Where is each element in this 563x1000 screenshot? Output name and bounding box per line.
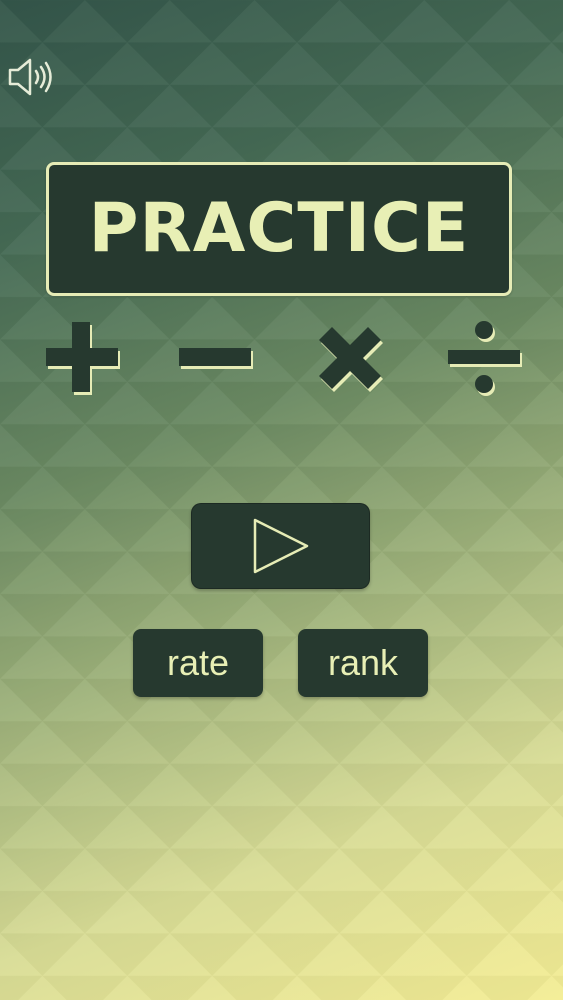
rate-button[interactable]: rate [133, 629, 263, 697]
sound-toggle-button[interactable] [6, 56, 56, 98]
play-triangle-icon [253, 518, 308, 574]
multiply-operation-button[interactable] [310, 318, 390, 398]
rank-button-label: rank [327, 642, 399, 683]
divide-icon [448, 321, 522, 396]
divide-operation-button[interactable] [444, 318, 524, 398]
minus-operation-button[interactable] [175, 318, 255, 398]
page-title: PRACTICE [88, 189, 470, 268]
background-pattern [0, 0, 563, 1000]
mode-title-panel: PRACTICE [46, 162, 512, 296]
multiply-icon [319, 327, 383, 392]
speaker-volume-icon [8, 58, 52, 96]
play-button[interactable] [191, 503, 370, 589]
rate-button-label: rate [166, 642, 230, 683]
rank-button[interactable]: rank [298, 629, 428, 697]
plus-icon [46, 322, 120, 395]
minus-icon [179, 348, 253, 369]
plus-operation-button[interactable] [42, 318, 122, 398]
